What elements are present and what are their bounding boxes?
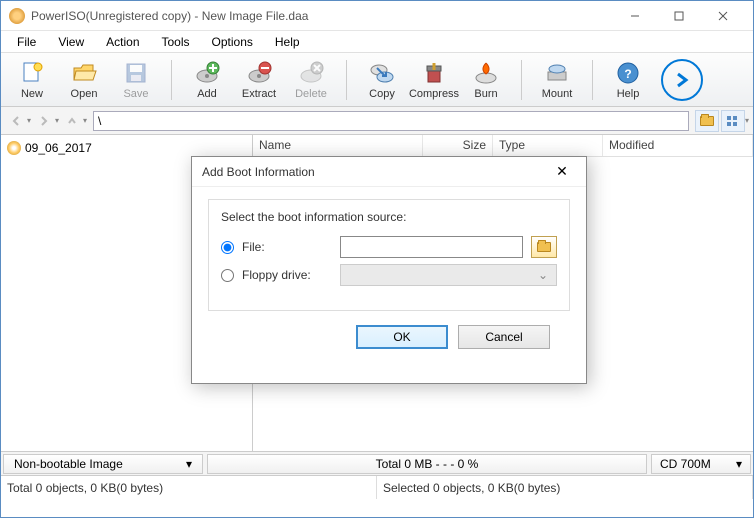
- toolbar-separator: [592, 60, 593, 100]
- chevron-down-icon: ▾: [83, 116, 87, 125]
- column-modified[interactable]: Modified: [603, 135, 753, 156]
- ok-button[interactable]: OK: [356, 325, 448, 349]
- minimize-button[interactable]: [613, 2, 657, 30]
- toolbar-separator: [521, 60, 522, 100]
- tree-root-label: 09_06_2017: [25, 141, 92, 155]
- add-boot-info-dialog: Add Boot Information ✕ Select the boot i…: [191, 156, 587, 384]
- floppy-drive-select: ⌄: [340, 264, 557, 286]
- delete-icon: [298, 60, 324, 86]
- dialog-title: Add Boot Information: [202, 165, 548, 179]
- copy-button[interactable]: Copy: [359, 57, 405, 103]
- add-button[interactable]: Add: [184, 57, 230, 103]
- chevron-down-icon: ⌄: [534, 268, 552, 282]
- mount-button[interactable]: Mount: [534, 57, 580, 103]
- save-icon: [123, 60, 149, 86]
- next-arrow-button[interactable]: [661, 59, 703, 101]
- list-icon: [726, 115, 740, 127]
- copy-icon: [369, 60, 395, 86]
- tree-root-item[interactable]: 09_06_2017: [5, 139, 248, 157]
- status-bar: Non-bootable Image ▾ Total 0 MB - - - 0 …: [1, 451, 753, 475]
- floppy-radio[interactable]: [221, 269, 234, 282]
- chevron-down-icon: ▾: [55, 116, 59, 125]
- column-type[interactable]: Type: [493, 135, 603, 156]
- floppy-radio-label[interactable]: Floppy drive:: [242, 268, 332, 282]
- save-button: Save: [113, 57, 159, 103]
- toolbar-separator: [346, 60, 347, 100]
- path-input[interactable]: [93, 111, 689, 131]
- help-button[interactable]: ? Help: [605, 57, 651, 103]
- app-icon: [9, 8, 25, 24]
- cancel-button[interactable]: Cancel: [458, 325, 550, 349]
- browse-button[interactable]: [531, 236, 557, 258]
- group-label: Select the boot information source:: [221, 210, 557, 224]
- menu-help[interactable]: Help: [265, 33, 310, 51]
- open-icon: [71, 60, 97, 86]
- selected-objects: Selected 0 objects, 0 KB(0 bytes): [377, 476, 753, 499]
- close-button[interactable]: [701, 2, 745, 30]
- maximize-button[interactable]: [657, 2, 701, 30]
- total-status: Total 0 MB - - - 0 %: [207, 454, 647, 474]
- extract-icon: [246, 60, 272, 86]
- window-title: PowerISO(Unregistered copy) - New Image …: [31, 9, 613, 23]
- folder-icon: [700, 116, 714, 126]
- dialog-close-button[interactable]: ✕: [548, 160, 576, 184]
- mount-icon: [544, 60, 570, 86]
- add-icon: [194, 60, 220, 86]
- titlebar: PowerISO(Unregistered copy) - New Image …: [1, 1, 753, 31]
- open-button[interactable]: Open: [61, 57, 107, 103]
- column-size[interactable]: Size: [423, 135, 493, 156]
- disc-icon: [7, 141, 21, 155]
- menu-action[interactable]: Action: [96, 33, 149, 51]
- file-radio-label[interactable]: File:: [242, 240, 332, 254]
- nav-forward-button: [33, 110, 55, 132]
- nav-back-button: [5, 110, 27, 132]
- burn-button[interactable]: Burn: [463, 57, 509, 103]
- folder-icon: [537, 242, 551, 252]
- boot-source-group: Select the boot information source: File…: [208, 199, 570, 311]
- chevron-down-icon[interactable]: ▾: [745, 116, 749, 125]
- total-objects: Total 0 objects, 0 KB(0 bytes): [1, 476, 377, 499]
- capacity-selector[interactable]: CD 700M ▾: [651, 454, 751, 474]
- dialog-titlebar: Add Boot Information ✕: [192, 157, 586, 187]
- menu-tools[interactable]: Tools: [152, 33, 200, 51]
- compress-icon: [421, 60, 447, 86]
- toolbar: New Open Save Add Extract Delete Copy Co…: [1, 53, 753, 107]
- svg-text:?: ?: [624, 67, 631, 81]
- list-header: Name Size Type Modified: [253, 135, 753, 157]
- nav-up-button: [61, 110, 83, 132]
- menu-file[interactable]: File: [7, 33, 46, 51]
- menu-options[interactable]: Options: [202, 33, 263, 51]
- folder-view-button[interactable]: [695, 110, 719, 132]
- chevron-down-icon: ▾: [27, 116, 31, 125]
- bottom-bar: Total 0 objects, 0 KB(0 bytes) Selected …: [1, 475, 753, 499]
- extract-button[interactable]: Extract: [236, 57, 282, 103]
- column-name[interactable]: Name: [253, 135, 423, 156]
- menu-view[interactable]: View: [48, 33, 94, 51]
- list-view-button[interactable]: [721, 110, 745, 132]
- toolbar-separator: [171, 60, 172, 100]
- navbar: ▾ ▾ ▾ ▾: [1, 107, 753, 135]
- compress-button[interactable]: Compress: [411, 57, 457, 103]
- help-icon: ?: [615, 60, 641, 86]
- new-button[interactable]: New: [9, 57, 55, 103]
- image-type-status[interactable]: Non-bootable Image ▾: [3, 454, 203, 474]
- menubar: File View Action Tools Options Help: [1, 31, 753, 53]
- file-path-input[interactable]: [340, 236, 523, 258]
- chevron-down-icon: ▾: [736, 457, 742, 471]
- burn-icon: [473, 60, 499, 86]
- file-radio[interactable]: [221, 241, 234, 254]
- delete-button: Delete: [288, 57, 334, 103]
- chevron-down-icon: ▾: [186, 457, 192, 471]
- new-icon: [19, 60, 45, 86]
